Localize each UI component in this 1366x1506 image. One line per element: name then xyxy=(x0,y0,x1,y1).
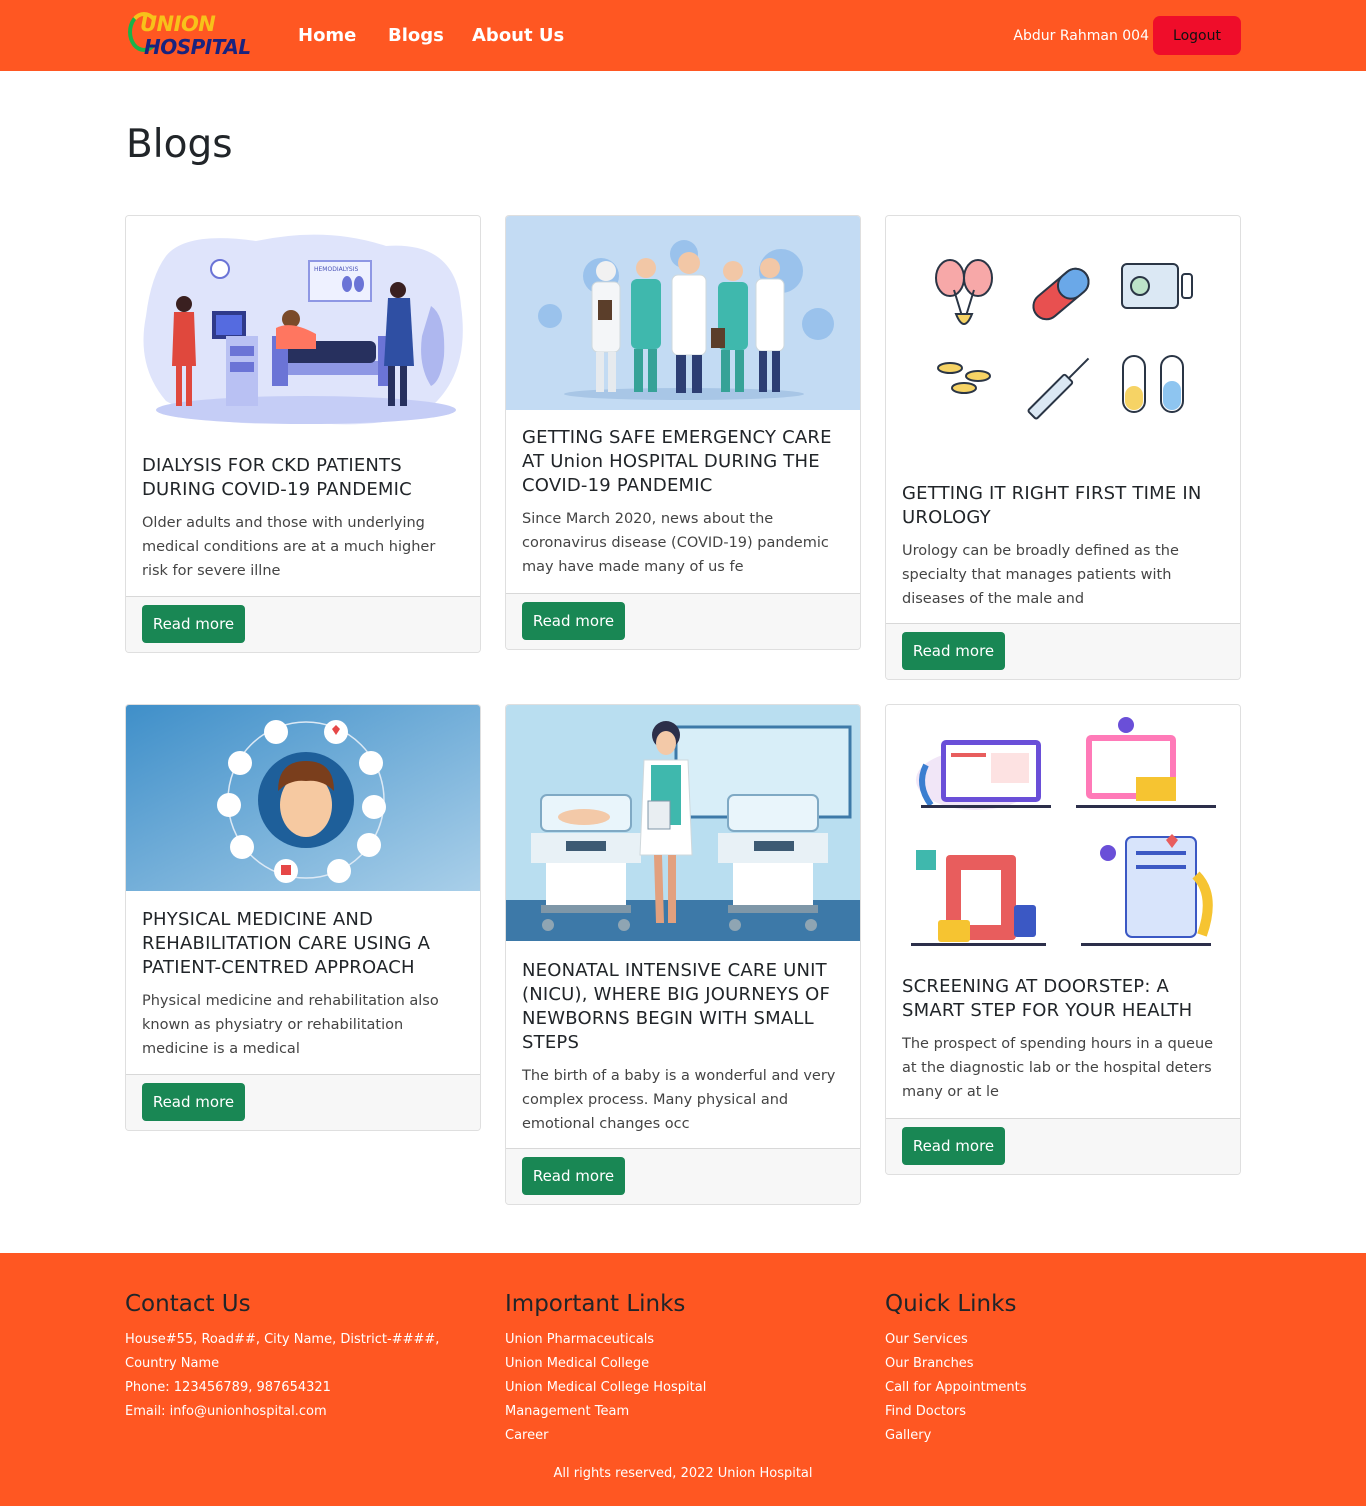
card-text: Older adults and those with underlying m… xyxy=(142,515,436,579)
card-text: Urology can be broadly defined as the sp… xyxy=(902,543,1179,607)
blog-card-physical-medicine: PHYSICAL MEDICINE AND REHABILITATION CAR… xyxy=(125,704,481,1131)
nav-blogs[interactable]: Blogs xyxy=(388,24,444,48)
logout-button[interactable]: Logout xyxy=(1153,16,1241,55)
card-footer: Read more xyxy=(506,593,860,649)
card-text: Since March 2020, news about the coronav… xyxy=(522,511,829,575)
nav-home[interactable]: Home xyxy=(298,24,356,48)
blog-card-dialysis: HEMODIALYSIS DIALYSIS FOR CKD PATIENTS D… xyxy=(125,215,481,653)
card-title: GETTING IT RIGHT FIRST TIME IN UROLOGY xyxy=(902,483,1202,528)
copyright: All rights reserved, 2022 Union Hospital xyxy=(553,1466,813,1481)
medical-team-illustration xyxy=(506,216,860,410)
contact-address: House#55, Road##, City Name, District-##… xyxy=(125,1332,440,1371)
link-union-pharmaceuticals[interactable]: Union Pharmaceuticals xyxy=(505,1328,865,1352)
blog-card-emergency-care: GETTING SAFE EMERGENCY CARE AT Union HOS… xyxy=(505,215,861,650)
logo-text-hospital: HOSPITAL xyxy=(144,35,251,59)
read-more-button[interactable]: Read more xyxy=(522,1157,625,1195)
card-title: NEONATAL INTENSIVE CARE UNIT (NICU), WHE… xyxy=(522,960,831,1053)
quick-links-heading: Quick Links xyxy=(885,1291,1017,1317)
contact-phone: Phone: 123456789, 987654321 xyxy=(125,1380,331,1395)
contact-section: Contact Us House#55, Road##, City Name, … xyxy=(125,1289,485,1424)
user-name: Abdur Rahman 004 xyxy=(1013,28,1149,44)
card-text: Physical medicine and rehabilitation als… xyxy=(142,993,439,1057)
page-title: Blogs xyxy=(126,122,233,167)
urology-icons-illustration xyxy=(886,216,1240,468)
card-footer: Read more xyxy=(506,1148,860,1204)
link-call-for-appointments[interactable]: Call for Appointments xyxy=(885,1376,1245,1400)
card-title: SCREENING AT DOORSTEP: A SMART STEP FOR … xyxy=(902,976,1193,1021)
read-more-button[interactable]: Read more xyxy=(902,632,1005,670)
dialysis-illustration: HEMODIALYSIS xyxy=(126,216,480,440)
card-text: The birth of a baby is a wonderful and v… xyxy=(522,1068,836,1132)
link-find-doctors[interactable]: Find Doctors xyxy=(885,1400,1245,1424)
card-footer: Read more xyxy=(126,596,480,652)
contact-email: Email: info@unionhospital.com xyxy=(125,1404,327,1419)
card-footer: Read more xyxy=(886,623,1240,679)
card-title: PHYSICAL MEDICINE AND REHABILITATION CAR… xyxy=(142,909,431,978)
link-our-branches[interactable]: Our Branches xyxy=(885,1352,1245,1376)
link-our-services[interactable]: Our Services xyxy=(885,1328,1245,1352)
read-more-button[interactable]: Read more xyxy=(142,605,245,643)
logo-text-union: UNION xyxy=(140,12,216,36)
patient-care-illustration xyxy=(126,705,480,891)
link-union-medical-college-hospital[interactable]: Union Medical College Hospital xyxy=(505,1376,865,1400)
read-more-button[interactable]: Read more xyxy=(902,1127,1005,1165)
card-title: DIALYSIS FOR CKD PATIENTS DURING COVID-1… xyxy=(142,455,412,500)
link-career[interactable]: Career xyxy=(505,1424,865,1448)
nicu-illustration xyxy=(506,705,860,941)
blog-card-screening: SCREENING AT DOORSTEP: A SMART STEP FOR … xyxy=(885,704,1241,1175)
read-more-button[interactable]: Read more xyxy=(142,1083,245,1121)
navbar: UNION HOSPITAL Home Blogs About Us Abdur… xyxy=(0,0,1366,71)
read-more-button[interactable]: Read more xyxy=(522,602,625,640)
link-gallery[interactable]: Gallery xyxy=(885,1424,1245,1448)
link-union-medical-college[interactable]: Union Medical College xyxy=(505,1352,865,1376)
nav-about-us[interactable]: About Us xyxy=(472,24,564,48)
quick-links-section: Quick Links Our Services Our Branches Ca… xyxy=(885,1289,1245,1448)
screening-illustration xyxy=(886,705,1240,959)
card-footer: Read more xyxy=(886,1118,1240,1174)
card-text: The prospect of spending hours in a queu… xyxy=(902,1036,1214,1100)
footer: Contact Us House#55, Road##, City Name, … xyxy=(0,1253,1366,1506)
important-links-section: Important Links Union Pharmaceuticals Un… xyxy=(505,1289,865,1448)
hemodialysis-sign: HEMODIALYSIS xyxy=(314,266,358,273)
important-links-heading: Important Links xyxy=(505,1291,686,1317)
card-footer: Read more xyxy=(126,1074,480,1130)
card-title: GETTING SAFE EMERGENCY CARE AT Union HOS… xyxy=(522,427,832,496)
hospital-logo[interactable]: UNION HOSPITAL xyxy=(126,8,251,62)
contact-heading: Contact Us xyxy=(125,1291,251,1317)
blog-card-urology: GETTING IT RIGHT FIRST TIME IN UROLOGY U… xyxy=(885,215,1241,680)
blog-card-nicu: NEONATAL INTENSIVE CARE UNIT (NICU), WHE… xyxy=(505,704,861,1205)
link-management-team[interactable]: Management Team xyxy=(505,1400,865,1424)
